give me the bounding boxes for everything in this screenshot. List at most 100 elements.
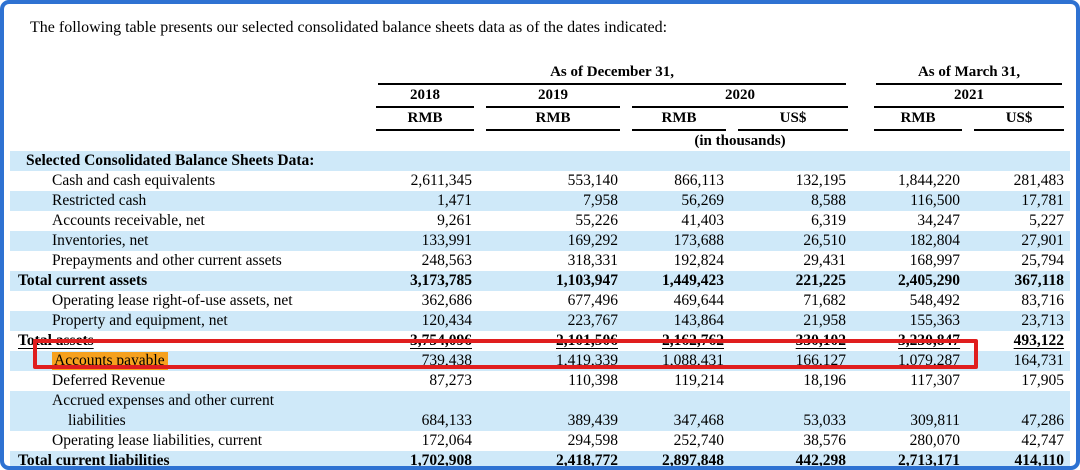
cell-value: 71,682 [732, 291, 854, 311]
cell-value: 684,133 [370, 391, 480, 431]
cell-value: 173,688 [626, 231, 732, 251]
highlighted-row-label: Accounts payable [52, 352, 168, 370]
cell-value: 132,195 [732, 171, 854, 191]
units-note: (in thousands) [626, 131, 854, 151]
cell-value: 7,958 [480, 191, 626, 211]
cell-value: 155,363 [868, 311, 968, 331]
cell-value: 182,804 [868, 231, 968, 251]
units-row: (in thousands) [10, 131, 1070, 151]
year-2019: 2019 [480, 85, 626, 108]
cell-value: 133,991 [370, 231, 480, 251]
cell-value: 1,844,220 [868, 171, 968, 191]
cell-value: 1,088,431 [626, 351, 732, 371]
cell-value: 548,492 [868, 291, 968, 311]
cell-value: 8,588 [732, 191, 854, 211]
cell-value: 1,702,908 [370, 451, 480, 470]
cell-value: 2,405,290 [868, 271, 968, 291]
cell-value: 25,794 [968, 251, 1070, 271]
cell-value: 294,598 [480, 431, 626, 451]
cell-value: 3,173,785 [370, 271, 480, 291]
currency-header-row: RMB RMB RMB US$ RMB US$ [10, 108, 1070, 131]
year-2020: 2020 [626, 85, 854, 108]
cell-value: 347,468 [626, 391, 732, 431]
row-label: Total current assets [18, 272, 147, 289]
table-row: Inventories, net 133,991 169,292 173,688… [10, 231, 1070, 251]
cell-value: 116,500 [868, 191, 968, 211]
cell-value: 17,905 [968, 371, 1070, 391]
cell-value: 553,140 [480, 171, 626, 191]
table-row-accounts-payable: Accounts payable 739,438 1,419,339 1,088… [10, 351, 1070, 371]
currency-header: US$ [968, 108, 1070, 131]
cell-value: 280,070 [868, 431, 968, 451]
cell-value: 27,901 [968, 231, 1070, 251]
currency-header: RMB [480, 108, 626, 131]
cell-value: 309,811 [868, 391, 968, 431]
cell-value: 192,824 [626, 251, 732, 271]
cell-value: 469,644 [626, 291, 732, 311]
cell-value: 281,483 [968, 171, 1070, 191]
balance-sheet-table: As of December 31, As of March 31, 2018 … [10, 62, 1070, 470]
cell-value: 1,471 [370, 191, 480, 211]
cell-value: 47,286 [968, 391, 1070, 431]
table-row: Property and equipment, net 120,434 223,… [10, 311, 1070, 331]
table-row: Operating lease liabilities, current 172… [10, 431, 1070, 451]
group-header-row: As of December 31, As of March 31, [10, 62, 1070, 85]
cell-value: 26,510 [732, 231, 854, 251]
cell-value: 252,740 [626, 431, 732, 451]
cell-value: 29,431 [732, 251, 854, 271]
cell-value: 120,434 [370, 311, 480, 331]
cell-value: 3,754,096 [410, 332, 472, 349]
cell-value: 330,102 [796, 332, 846, 349]
cell-value: 389,439 [480, 391, 626, 431]
cell-value: 248,563 [370, 251, 480, 271]
cell-value: 9,261 [370, 211, 480, 231]
cell-value: 1,449,423 [626, 271, 732, 291]
cell-value: 42,747 [968, 431, 1070, 451]
cell-value: 5,227 [968, 211, 1070, 231]
table-row: Accrued expenses and other current liabi… [10, 391, 1070, 431]
table-row-total-assets: Total assets 3,754,096 2,101,506 2,162,7… [10, 331, 1070, 351]
cell-value: 3,230,847 [898, 332, 960, 349]
currency-header: RMB [370, 108, 480, 131]
table-row: Accounts receivable, net 9,261 55,226 41… [10, 211, 1070, 231]
cell-value: 143,864 [626, 311, 732, 331]
row-label: Operating lease right-of-use assets, net [52, 292, 293, 309]
cell-value: 221,225 [732, 271, 854, 291]
group-header-march: As of March 31, [868, 62, 1070, 85]
cell-value: 6,319 [732, 211, 854, 231]
cell-value: 414,110 [968, 451, 1070, 470]
cell-value: 41,403 [626, 211, 732, 231]
cell-value: 172,064 [370, 431, 480, 451]
year-header-row: 2018 2019 2020 2021 [10, 85, 1070, 108]
cell-value: 117,307 [868, 371, 968, 391]
section-title-row: Selected Consolidated Balance Sheets Dat… [10, 151, 1070, 171]
cell-value: 2,418,772 [480, 451, 626, 470]
cell-value: 83,716 [968, 291, 1070, 311]
cell-value: 1,079,287 [868, 351, 968, 371]
table-row: Prepayments and other current assets 248… [10, 251, 1070, 271]
cell-value: 223,767 [480, 311, 626, 331]
year-2018: 2018 [370, 85, 480, 108]
cell-value: 169,292 [480, 231, 626, 251]
intro-paragraph: The following table presents our selecte… [30, 18, 1070, 38]
cell-value: 493,122 [1014, 332, 1064, 349]
table-row: Operating lease right-of-use assets, net… [10, 291, 1070, 311]
cell-value: 34,247 [868, 211, 968, 231]
cell-value: 119,214 [626, 371, 732, 391]
cell-value: 739,438 [370, 351, 480, 371]
row-label: Cash and cash equivalents [52, 172, 215, 189]
cell-value: 38,576 [732, 431, 854, 451]
cell-value: 1,103,947 [480, 271, 626, 291]
cell-value: 87,273 [370, 371, 480, 391]
cell-value: 23,713 [968, 311, 1070, 331]
cell-value: 2,611,345 [370, 171, 480, 191]
row-label: Total assets [18, 332, 94, 349]
row-label: Accrued expenses and other current liabi… [52, 391, 326, 431]
cell-value: 1,419,339 [480, 351, 626, 371]
row-label: Restricted cash [52, 192, 146, 209]
cell-value: 56,269 [626, 191, 732, 211]
row-label: Total current liabilities [18, 452, 170, 469]
cell-value: 110,398 [480, 371, 626, 391]
row-label: Inventories, net [52, 232, 148, 249]
cell-value: 866,113 [626, 171, 732, 191]
